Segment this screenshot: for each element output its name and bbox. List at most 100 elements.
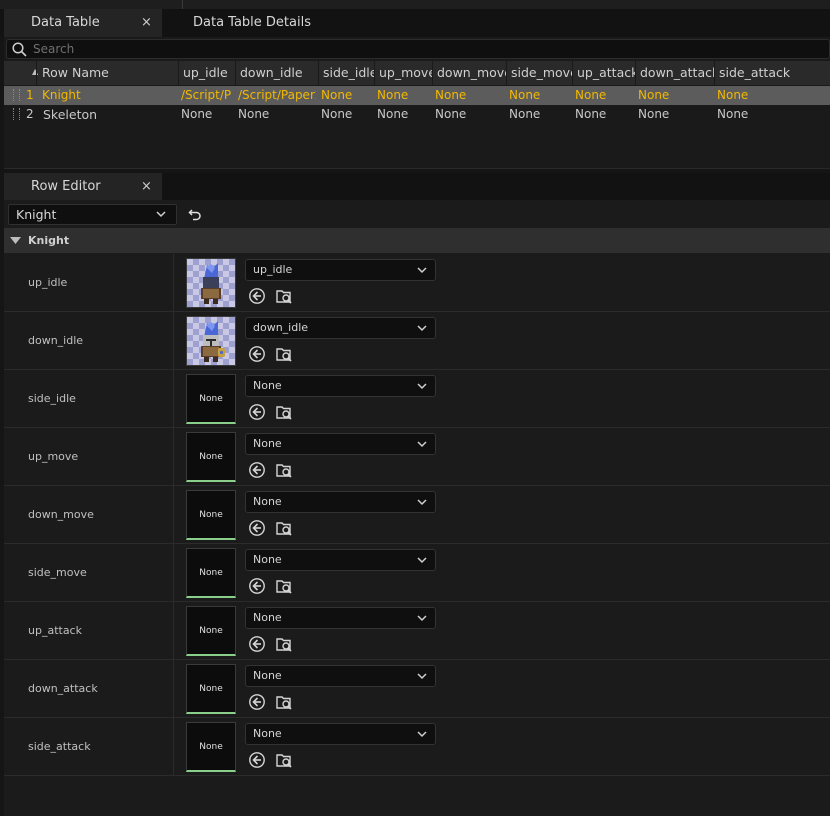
column-splitter[interactable] [173,602,174,659]
search-input[interactable] [33,41,813,57]
asset-thumbnail[interactable]: None [186,548,236,598]
property-name: down_attack [28,682,98,695]
search-box[interactable] [6,39,830,59]
column-header-down-attack[interactable]: down_attack [635,61,714,85]
cell-row-name: Knight [42,88,81,102]
asset-picker-combo[interactable]: None [245,375,436,397]
column-splitter[interactable] [173,718,174,775]
cell-side-move: None [509,88,541,102]
category-header[interactable]: Knight [4,228,830,253]
asset-thumbnail[interactable]: None [186,722,236,772]
asset-picker-combo[interactable]: None [245,665,436,687]
asset-picker-combo[interactable]: None [245,549,436,571]
property-row-side-attack: side_attack None None [4,718,830,776]
property-name: side_idle [28,392,76,405]
cell-up-idle: None [181,107,213,121]
row-select-value: Knight [16,207,57,222]
chevron-down-icon [417,441,427,448]
chevron-down-icon [417,383,427,390]
browse-to-asset-icon[interactable] [275,635,293,653]
asset-thumbnail[interactable]: None [186,432,236,482]
cell-up-attack: None [575,107,607,121]
thumbnail-none-label: None [199,742,223,752]
asset-picker-value: None [253,727,282,740]
use-selected-asset-icon[interactable] [248,519,266,537]
cell-down-move: None [435,88,467,102]
thumbnail-none-label: None [199,684,223,694]
header-index-cell [4,61,35,85]
column-splitter[interactable] [173,254,174,311]
close-icon[interactable]: × [141,9,152,37]
use-selected-asset-icon[interactable] [248,577,266,595]
column-splitter[interactable] [173,486,174,543]
cell-up-move: None [377,88,409,102]
asset-thumbnail[interactable] [186,258,236,308]
browse-to-asset-icon[interactable] [275,693,293,711]
use-selected-asset-icon[interactable] [248,693,266,711]
drag-handle-icon[interactable] [13,89,20,101]
use-selected-asset-icon[interactable] [248,287,266,305]
thumbnail-none-label: None [199,452,223,462]
table-row[interactable]: 2 Skeleton None None None None None None… [4,105,830,124]
use-selected-asset-icon[interactable] [248,345,266,363]
asset-thumbnail[interactable]: None [186,664,236,714]
table-row[interactable]: 1 Knight /Script/P /Script/Paper2 None N… [4,86,830,105]
tab-data-table-details[interactable]: Data Table Details [164,9,344,37]
row-select-dropdown[interactable]: Knight [8,204,177,225]
column-splitter[interactable] [173,428,174,485]
chevron-down-icon [417,731,427,738]
asset-picker-combo[interactable]: None [245,723,436,745]
use-selected-asset-icon[interactable] [248,635,266,653]
column-header-up-attack[interactable]: up_attack [572,61,635,85]
cell-down-attack: None [638,88,670,102]
column-splitter[interactable] [173,312,174,369]
asset-picker-value: None [253,379,282,392]
use-selected-asset-icon[interactable] [248,751,266,769]
column-header-down-move[interactable]: down_move [432,61,506,85]
cell-side-idle: None [321,88,353,102]
asset-picker-value: None [253,437,282,450]
chevron-down-icon [156,211,166,218]
browse-to-asset-icon[interactable] [275,751,293,769]
asset-thumbnail[interactable]: None [186,374,236,424]
asset-picker-value: None [253,495,282,508]
column-header-side-attack[interactable]: side_attack [714,61,830,85]
cell-side-move: None [509,107,541,121]
use-selected-asset-icon[interactable] [248,403,266,421]
asset-picker-combo[interactable]: None [245,491,436,513]
property-name: up_idle [28,276,68,289]
column-header-side-move[interactable]: side_move [506,61,572,85]
column-header-row-name[interactable]: Row Name [36,61,178,85]
column-splitter[interactable] [173,370,174,427]
tab-row-editor[interactable]: Row Editor × [4,173,162,200]
column-header-up-move[interactable]: up_move [374,61,432,85]
browse-to-asset-icon[interactable] [275,287,293,305]
close-icon[interactable]: × [141,173,152,200]
column-header-side-idle[interactable]: side_idle [318,61,374,85]
browse-to-asset-icon[interactable] [275,461,293,479]
column-splitter[interactable] [173,660,174,717]
tab-data-table[interactable]: Data Table × [4,9,162,37]
asset-picker-combo[interactable]: None [245,433,436,455]
asset-picker-combo[interactable]: None [245,607,436,629]
browse-to-asset-icon[interactable] [275,345,293,363]
browse-to-asset-icon[interactable] [275,519,293,537]
column-splitter[interactable] [173,544,174,601]
column-header-down-idle[interactable]: down_idle [235,61,318,85]
browse-to-asset-icon[interactable] [275,403,293,421]
use-selected-asset-icon[interactable] [248,461,266,479]
browse-to-asset-icon[interactable] [275,577,293,595]
column-header-up-idle[interactable]: up_idle [178,61,235,85]
cell-down-idle: /Script/Paper2 [238,88,316,102]
asset-picker-combo[interactable]: down_idle [245,317,436,339]
property-name: side_attack [28,740,91,753]
asset-thumbnail[interactable]: None [186,606,236,656]
asset-picker-combo[interactable]: up_idle [245,259,436,281]
asset-thumbnail[interactable]: None [186,490,236,540]
cell-side-idle: None [321,107,353,121]
expand-arrow-icon[interactable] [10,237,21,244]
asset-thumbnail[interactable] [186,316,236,366]
reset-row-icon[interactable] [188,208,202,221]
row-index: 1 [26,88,34,102]
drag-handle-icon[interactable] [13,108,20,120]
